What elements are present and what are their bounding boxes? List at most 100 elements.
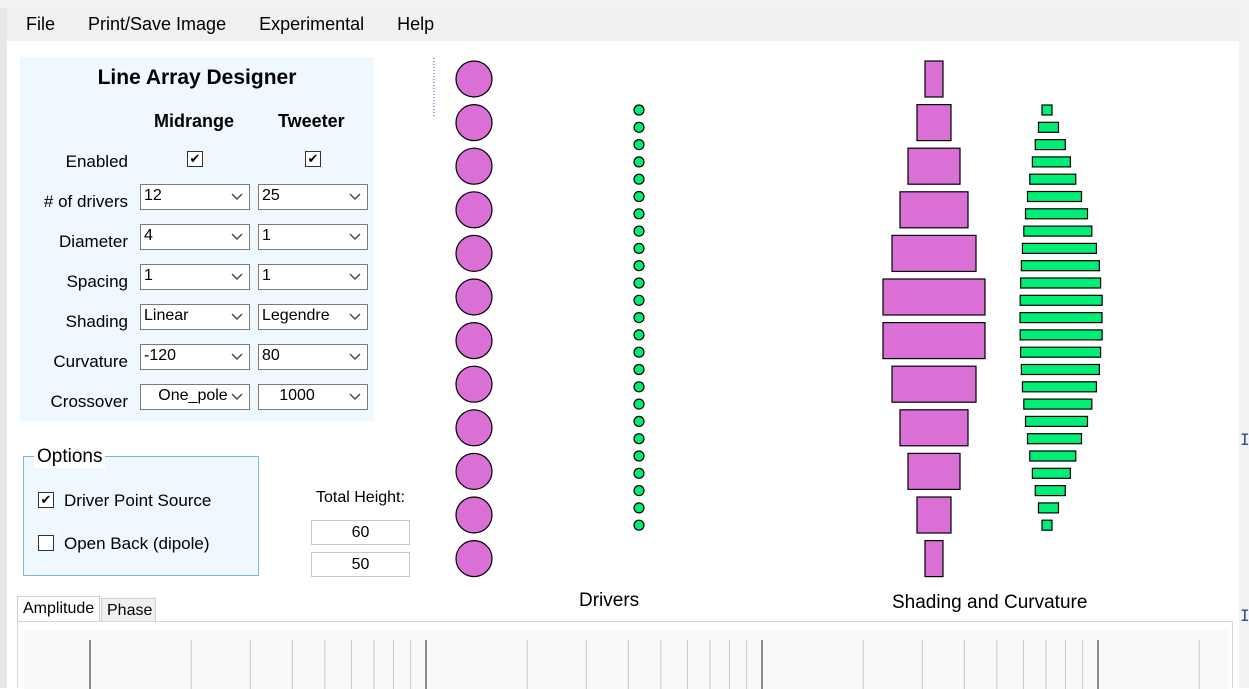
tweeter-shading-bar (1041, 519, 1053, 531)
midrange-shading-select[interactable]: Linear (140, 304, 250, 330)
checkmark-icon: ✔ (189, 151, 201, 166)
column-midrange: Midrange (154, 111, 235, 131)
tweeter-shading-bar (1031, 156, 1071, 168)
chevron-down-icon (231, 273, 243, 280)
midrange-shading-bar (891, 234, 977, 272)
tweeter-driver (633, 104, 645, 116)
column-tweeter: Tweeter (278, 111, 345, 131)
tweeter-shading-bar (1019, 294, 1103, 306)
tweeter-shading-select[interactable]: Legendre (258, 304, 368, 330)
midrange-driver (455, 496, 493, 534)
chevron-down-icon (231, 193, 243, 200)
tweeter-shading-bar (1024, 208, 1089, 220)
tweeter-driver (633, 190, 645, 203)
shading-label: Shading (65, 312, 128, 331)
tweeter-shading-bar (1041, 104, 1053, 116)
driver-point-source-checkbox[interactable]: ✔ (38, 491, 54, 508)
window-right-edge (1239, 8, 1249, 688)
tweeter-driver (633, 502, 645, 514)
tweeter-shading-bar (1020, 363, 1100, 376)
menu-experimental[interactable]: Experimental (245, 14, 378, 35)
tweeter-shading-bar (1031, 467, 1071, 479)
tweeter-driver (633, 294, 645, 306)
options-group: Options ✔ Driver Point Source Open Back (… (23, 446, 259, 576)
chevron-down-icon (349, 393, 361, 400)
tweeter-driver (633, 450, 645, 462)
midrange-diameter-select[interactable]: 4 (140, 224, 250, 250)
enabled-label: Enabled (65, 152, 128, 171)
midrange-shading-bar (907, 147, 961, 185)
spacing-label: Spacing (66, 272, 128, 291)
total-height-tweeter: 50 (311, 552, 410, 577)
tweeter-shading-bars (1019, 104, 1103, 531)
tweeter-shading-bar (1026, 433, 1083, 445)
midrange-crossover-select[interactable]: One_pole (140, 384, 250, 410)
midrange-drivers-select[interactable]: 12 (140, 184, 250, 210)
tweeter-shading-bar (1019, 312, 1103, 324)
driver-point-source-option[interactable]: ✔ Driver Point Source (38, 491, 211, 511)
midrange-shading-bar (899, 409, 969, 447)
tab-amplitude[interactable]: Amplitude (17, 596, 100, 621)
open-back-option[interactable]: Open Back (dipole) (38, 534, 210, 554)
tweeter-drivers (633, 104, 645, 531)
tab-phase[interactable]: Phase (101, 598, 156, 621)
drivers-count-label: # of drivers (43, 192, 128, 211)
tweeter-driver (633, 156, 645, 168)
midrange-driver (455, 60, 493, 98)
chevron-down-icon (231, 313, 243, 320)
tweeter-curvature-select[interactable]: 80 (258, 344, 368, 370)
midrange-shading-bar (891, 365, 977, 403)
tweeter-driver (633, 363, 645, 376)
menu-file[interactable]: File (12, 14, 69, 35)
midrange-shading-bar (899, 191, 969, 229)
midrange-driver (455, 103, 493, 142)
checkmark-icon: ✔ (40, 491, 52, 507)
midrange-driver (455, 540, 493, 578)
tweeter-shading-bar (1023, 398, 1093, 410)
midrange-drivers (455, 60, 493, 578)
tweeter-crossover-select[interactable]: 1000 (258, 384, 368, 410)
midrange-driver (455, 409, 493, 447)
chevron-down-icon (231, 353, 243, 360)
tweeter-shading-bar (1037, 502, 1060, 514)
tweeter-shading-bar (1020, 277, 1102, 289)
designer-title: Line Array Designer (97, 66, 297, 89)
midrange-shading-bar (924, 60, 944, 98)
options-title: Options (34, 446, 106, 468)
midrange-driver (455, 278, 493, 316)
open-back-checkbox[interactable] (38, 534, 54, 551)
chevron-down-icon (349, 353, 361, 360)
window-left-edge (0, 8, 7, 688)
tweeter-diameter-select[interactable]: 1 (258, 224, 368, 250)
tweeter-shading-bar (1037, 121, 1060, 133)
tweeter-driver (633, 208, 645, 220)
chevron-down-icon (349, 313, 361, 320)
crossover-label: Crossover (50, 392, 128, 411)
tweeter-shading-bar (1034, 138, 1066, 151)
driver-point-source-label: Driver Point Source (64, 491, 212, 510)
tweeter-driver (633, 398, 645, 410)
midrange-shading-bar (924, 540, 944, 578)
tweeter-drivers-select[interactable]: 25 (258, 184, 368, 210)
midrange-spacing-select[interactable]: 1 (140, 264, 250, 290)
tweeter-shading-bar (1021, 242, 1098, 254)
tweeter-driver (633, 260, 645, 272)
menu-print-save-image[interactable]: Print/Save Image (74, 14, 240, 35)
midrange-shading-bar (907, 452, 961, 490)
tweeter-driver (633, 138, 645, 151)
midrange-enabled-checkbox[interactable]: ✔ (187, 151, 203, 167)
midrange-driver (455, 452, 493, 490)
tweeter-driver (633, 312, 645, 324)
tweeter-driver (633, 346, 645, 358)
chevron-down-icon (349, 273, 361, 280)
tweeter-spacing-select[interactable]: 1 (258, 264, 368, 290)
midrange-curvature-select[interactable]: -120 (140, 344, 250, 370)
amplitude-plot-frame (17, 621, 1233, 689)
tweeter-shading-bar (1029, 173, 1077, 185)
midrange-driver (455, 147, 493, 185)
tweeter-enabled-checkbox[interactable]: ✔ (305, 151, 321, 167)
amplitude-plot (24, 630, 1228, 689)
tweeter-driver (633, 485, 645, 497)
tweeter-driver (633, 173, 645, 185)
menu-help[interactable]: Help (383, 14, 448, 35)
